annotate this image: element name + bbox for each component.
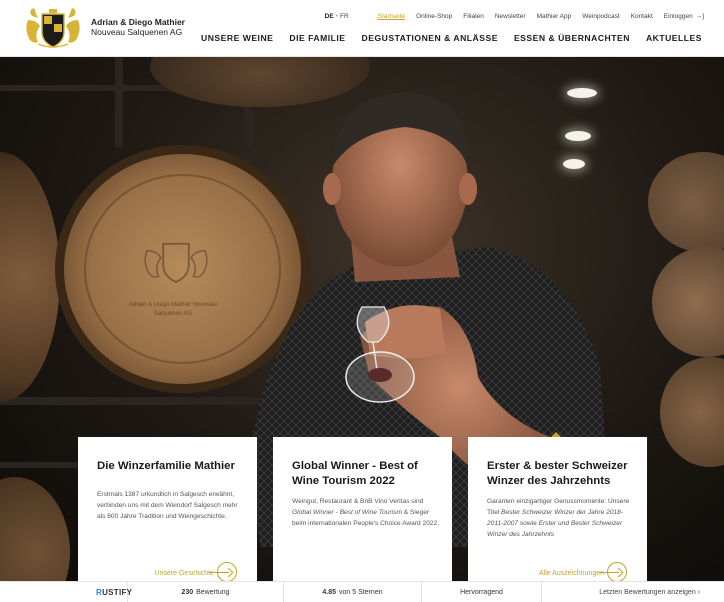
card-title: Die Winzerfamilie Mathier (97, 460, 235, 472)
language-switch: DE • FR (324, 13, 349, 20)
top-link-einloggen[interactable]: Einloggen →] (664, 13, 704, 20)
top-link-startseite[interactable]: Startseite (378, 13, 405, 20)
main-navigation: UNSERE WEINE DIE FAMILIE DEGUSTATIONEN &… (185, 33, 702, 43)
rustify-logo[interactable]: R USTIFY (0, 581, 132, 602)
card-link-alle-auszeichnungen[interactable]: Alle Auszeichnungen (539, 570, 604, 577)
top-link-mathier-app[interactable]: Mathier App (537, 13, 572, 20)
login-arrow-icon: →] (695, 13, 704, 20)
top-link-newsletter[interactable]: Newsletter (495, 13, 526, 20)
arrow-right-icon[interactable] (209, 562, 237, 582)
cellar-shelf (115, 57, 123, 147)
top-link-kontakt[interactable]: Kontakt (631, 13, 653, 20)
card-text-part: sowie (518, 520, 539, 527)
wine-barrel (0, 152, 60, 402)
star-rating: 4.85 von 5 Sternen (284, 581, 422, 602)
review-count: 230 Bewertung (128, 581, 284, 602)
einloggen-label: Einloggen (663, 13, 693, 20)
lang-fr-link[interactable]: FR (340, 13, 349, 20)
star-rating-label: von 5 Sternen (339, 588, 383, 596)
wine-barrel (0, 477, 70, 581)
card-winzerfamilie[interactable]: Die Winzerfamilie Mathier Erstmals 1387 … (78, 437, 257, 587)
card-link-unsere-geschichte[interactable]: Unsere Geschichte (154, 570, 214, 577)
nav-unsere-weine[interactable]: UNSERE WEINE (201, 33, 273, 43)
card-global-winner[interactable]: Global Winner - Best of Wine Tourism 202… (273, 437, 452, 587)
card-text: Erstmals 1387 urkundlich in Salgesch erw… (97, 491, 238, 520)
star-rating-value: 4.85 (322, 588, 337, 596)
top-navigation: DE • FR Startseite Online-Shop Filialen Ne… (325, 13, 704, 20)
review-count-value: 230 (181, 588, 194, 596)
review-bar: R USTIFY 230 Bewertung 4.85 von 5 Sternen H… (0, 581, 724, 602)
top-link-weinpodcast[interactable]: Weinpodcast (582, 13, 619, 20)
rating-word: Hervorragend (422, 581, 542, 602)
top-link-online-shop[interactable]: Online-Shop (416, 13, 452, 20)
wine-barrel (660, 357, 724, 467)
card-text-emphasis: Global Winner - Best of Wine Tourism (292, 509, 402, 516)
barrel-crest-icon (144, 242, 208, 284)
card-title: Global Winner - Best of Wine Tourism 202… (292, 460, 418, 487)
lang-de-link[interactable]: DE (325, 13, 334, 20)
nav-die-familie[interactable]: DIE FAMILIE (289, 33, 345, 43)
card-bester-winzer[interactable]: Erster & bester Schweizer Winzer des Jah… (468, 437, 647, 587)
nav-degustationen[interactable]: DEGUSTATIONEN & ANLÄSSE (362, 33, 498, 43)
wine-barrel (648, 152, 724, 252)
cellar-shelf (0, 397, 260, 405)
nav-essen-uebernachten[interactable]: ESSEN & ÜBERNACHTEN (514, 33, 630, 43)
site-header: Adrian & Diego Mathier Nouveau Salquenen… (0, 0, 724, 57)
family-crest-logo[interactable] (22, 6, 84, 50)
card-title: Erster & bester Schweizer Winzer des Jah… (487, 460, 628, 487)
arrow-right-icon[interactable] (599, 562, 627, 582)
nav-aktuelles[interactable]: AKTUELLES (646, 33, 702, 43)
barrel-branding-text: Adrian & Diego Mathier Nouveau Salquenen… (129, 302, 217, 317)
review-count-label: Bewertung (196, 588, 230, 596)
card-text: Weingut, Restaurant & BnB Vino Veritas s… (292, 496, 440, 529)
card-text: Garanten einzigartiger Genussmomente: Un… (487, 496, 635, 540)
brand-line-1: Adrian & Diego Mathier (91, 17, 185, 27)
card-text-part: Weingut, Restaurant & BnB Vino Veritas s… (292, 498, 424, 505)
top-link-filialen[interactable]: Filialen (463, 13, 484, 20)
latest-reviews-link[interactable]: Letzten Bewertungen anzeigen › (542, 582, 724, 602)
wine-barrel (652, 247, 724, 357)
brand-line-2: Nouveau Salquenen AG (91, 27, 183, 37)
brand-name[interactable]: Adrian & Diego Mathier Nouveau Salquenen… (91, 17, 185, 37)
